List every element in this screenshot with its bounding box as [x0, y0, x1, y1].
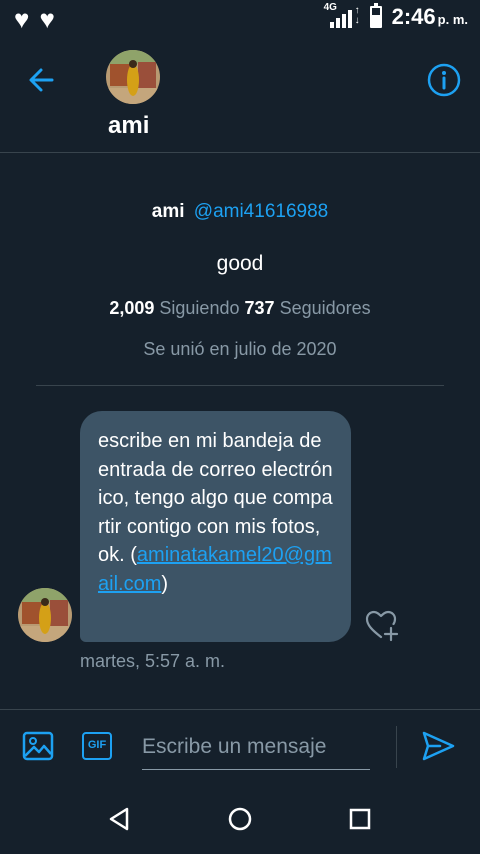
- arrow-left-icon: [29, 68, 54, 92]
- info-button[interactable]: [426, 62, 462, 98]
- contact-name[interactable]: ami: [108, 112, 149, 140]
- composer-divider: [396, 726, 397, 768]
- image-icon: [22, 731, 54, 761]
- info-icon: [427, 63, 461, 97]
- nav-recents-button[interactable]: [346, 805, 374, 833]
- profile-name[interactable]: ami: [152, 201, 185, 222]
- status-clock: 2:46 p. m.: [391, 4, 468, 29]
- conversation-header: ami: [0, 36, 480, 153]
- back-button[interactable]: [24, 62, 60, 98]
- heart-icon: ♥: [14, 4, 30, 34]
- message-composer: GIF: [0, 709, 480, 785]
- message-timestamp: martes, 5:57 a. m.: [80, 651, 226, 671]
- profile-name-line: ami @ami41616988: [0, 200, 480, 224]
- like-button[interactable]: [364, 608, 400, 644]
- status-bar: ♥ ♥ 4G ↑ ↓ 2:46 p. m.: [0, 0, 480, 36]
- divider: [36, 385, 444, 386]
- nav-back-button[interactable]: [106, 805, 134, 833]
- square-recents-icon: [349, 808, 371, 830]
- message-input[interactable]: [142, 724, 370, 769]
- nav-home-button[interactable]: [226, 805, 254, 833]
- add-photo-button[interactable]: [22, 730, 54, 762]
- profile-summary: ami @ami41616988 good 2,009 Siguiendo 73…: [0, 200, 480, 360]
- triangle-back-icon: [109, 807, 129, 831]
- data-arrows-icon: ↑ ↓: [354, 5, 360, 26]
- message-bubble[interactable]: escribe en mi bandeja de entrada de corr…: [80, 411, 351, 642]
- message-text: escribe en mi bandeja de entrada de corr…: [98, 430, 333, 595]
- heart-icon: ♥: [39, 4, 55, 34]
- system-navigation-bar: [0, 785, 480, 854]
- gif-button[interactable]: GIF: [82, 732, 112, 760]
- heart-plus-icon: [365, 610, 399, 642]
- following-stat[interactable]: 2,009 Siguiendo: [109, 298, 239, 318]
- battery-icon: [369, 3, 382, 28]
- joined-date: Se unió en julio de 2020: [143, 339, 337, 359]
- profile-stats: 2,009 Siguiendo 737 Seguidores: [0, 298, 480, 319]
- message-input-wrapper: [142, 724, 370, 770]
- profile-handle[interactable]: @ami41616988: [194, 201, 328, 222]
- status-right: 4G ↑ ↓ 2:46 p. m.: [324, 2, 468, 30]
- followers-stat[interactable]: 737 Seguidores: [245, 298, 371, 318]
- signal-icon: 4G ↑ ↓: [324, 2, 360, 30]
- message-avatar[interactable]: [18, 588, 72, 642]
- profile-bio: good: [216, 252, 264, 275]
- send-button[interactable]: [420, 728, 456, 764]
- send-icon: [422, 731, 455, 761]
- circle-home-icon: [228, 807, 252, 831]
- avatar[interactable]: [106, 50, 160, 104]
- status-notification-icons: ♥ ♥: [14, 6, 55, 32]
